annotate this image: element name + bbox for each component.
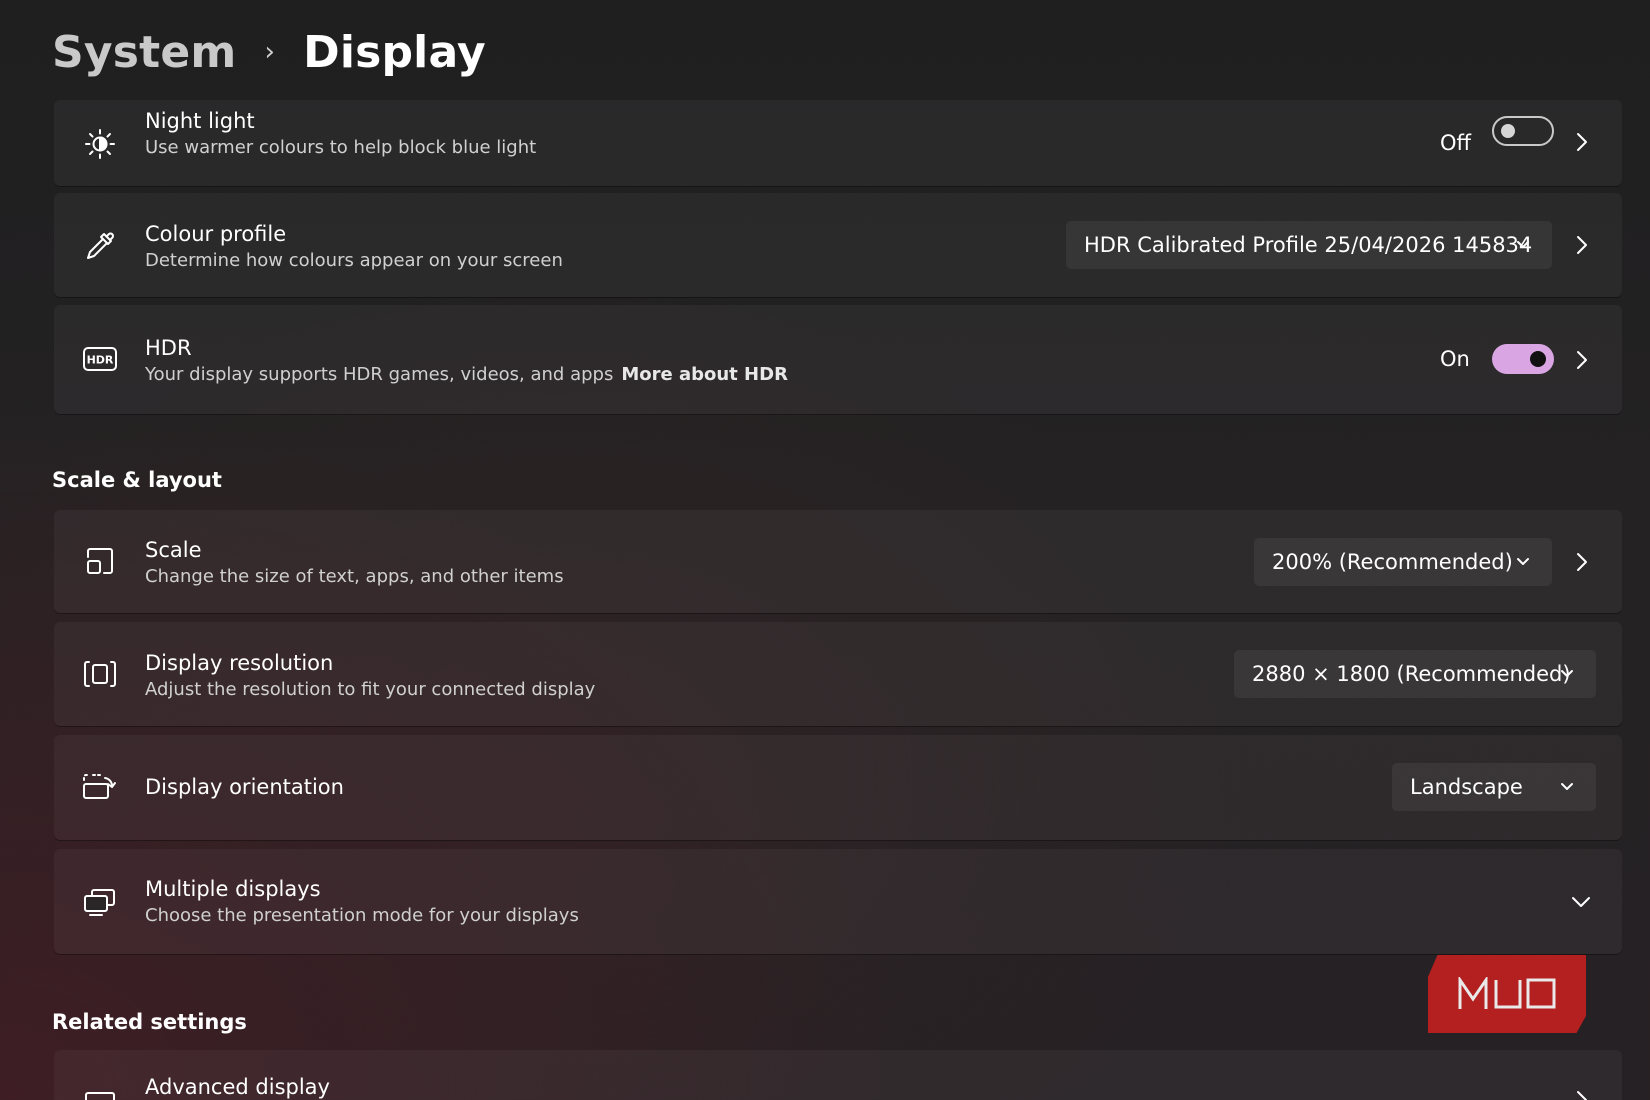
hdr-icon: HDR	[80, 339, 120, 379]
multiple-displays-title: Multiple displays	[145, 877, 321, 901]
more-about-hdr-link[interactable]: More about HDR	[621, 364, 788, 385]
breadcrumb-separator: ›	[264, 37, 276, 67]
scale-layout-heading: Scale & layout	[52, 468, 222, 492]
chevron-down-icon	[1561, 783, 1573, 790]
eyedropper-icon	[80, 225, 120, 265]
multiple-displays-icon	[80, 882, 120, 922]
toggle-knob	[1530, 351, 1546, 367]
chevron-down-icon	[1517, 558, 1529, 565]
display-resolution-dropdown[interactable]: 2880 × 1800 (Recommended)	[1234, 650, 1596, 698]
scale-row[interactable]: Scale Change the size of text, apps, and…	[54, 510, 1622, 613]
breadcrumb: System › Display	[52, 22, 486, 82]
multiple-displays-row[interactable]: Multiple displays Choose the presentatio…	[54, 849, 1622, 954]
chevron-right-icon[interactable]	[1572, 350, 1592, 370]
colour-profile-row[interactable]: Colour profile Determine how colours app…	[54, 193, 1622, 297]
multiple-displays-desc: Choose the presentation mode for your di…	[145, 905, 579, 926]
hdr-desc: Your display supports HDR games, videos,…	[145, 364, 614, 385]
resolution-icon	[80, 654, 120, 694]
scale-value: 200% (Recommended)	[1272, 550, 1513, 574]
chevron-down-icon	[1517, 241, 1529, 248]
display-resolution-row[interactable]: Display resolution Adjust the resolution…	[54, 622, 1622, 726]
hdr-desc-line: Your display supports HDR games, videos,…	[145, 362, 788, 388]
display-resolution-value: 2880 × 1800 (Recommended)	[1252, 662, 1571, 686]
display-orientation-value: Landscape	[1410, 775, 1523, 799]
chevron-down-icon[interactable]	[1570, 892, 1592, 912]
display-resolution-desc: Adjust the resolution to fit your connec…	[145, 679, 596, 700]
night-light-desc: Use warmer colours to help block blue li…	[145, 137, 537, 158]
scale-icon	[80, 541, 120, 581]
night-light-row[interactable]: Night light Use warmer colours to help b…	[54, 100, 1622, 186]
scale-desc: Change the size of text, apps, and other…	[145, 566, 564, 587]
chevron-right-icon[interactable]	[1572, 552, 1592, 572]
advanced-display-row[interactable]: Advanced display	[54, 1050, 1622, 1100]
colour-profile-title: Colour profile	[145, 222, 287, 246]
display-orientation-title: Display orientation	[145, 775, 344, 799]
hdr-icon-text: HDR	[87, 354, 114, 367]
hdr-row[interactable]: HDR HDR Your display supports HDR games,…	[54, 305, 1622, 414]
hdr-state: On	[1440, 347, 1470, 371]
night-light-state: Off	[1440, 131, 1471, 155]
related-settings-heading: Related settings	[52, 1010, 247, 1034]
display-resolution-title: Display resolution	[145, 651, 334, 675]
chevron-right-icon[interactable]	[1572, 235, 1592, 255]
night-light-title: Night light	[145, 109, 255, 133]
muo-watermark-logo	[1428, 955, 1586, 1033]
rotate-screen-icon	[80, 767, 120, 807]
advanced-display-title: Advanced display	[145, 1075, 330, 1099]
colour-profile-value: HDR Calibrated Profile 25/04/2026 145834	[1084, 233, 1533, 257]
sun-icon	[80, 124, 120, 164]
night-light-toggle[interactable]	[1492, 116, 1554, 146]
chevron-right-icon[interactable]	[1572, 1090, 1592, 1100]
scale-dropdown[interactable]: 200% (Recommended)	[1254, 538, 1552, 586]
toggle-knob	[1501, 124, 1515, 138]
monitor-icon	[80, 1086, 120, 1100]
display-orientation-dropdown[interactable]: Landscape	[1392, 763, 1596, 811]
colour-profile-desc: Determine how colours appear on your scr…	[145, 250, 563, 271]
display-orientation-row[interactable]: Display orientation Landscape	[54, 735, 1622, 840]
page-title: Display	[303, 26, 486, 78]
chevron-right-icon[interactable]	[1572, 132, 1592, 152]
chevron-down-icon	[1561, 670, 1573, 677]
scale-title: Scale	[145, 538, 202, 562]
colour-profile-dropdown[interactable]: HDR Calibrated Profile 25/04/2026 145834	[1066, 221, 1552, 269]
breadcrumb-system[interactable]: System	[52, 27, 236, 78]
hdr-toggle[interactable]	[1492, 344, 1554, 374]
hdr-title: HDR	[145, 336, 192, 360]
